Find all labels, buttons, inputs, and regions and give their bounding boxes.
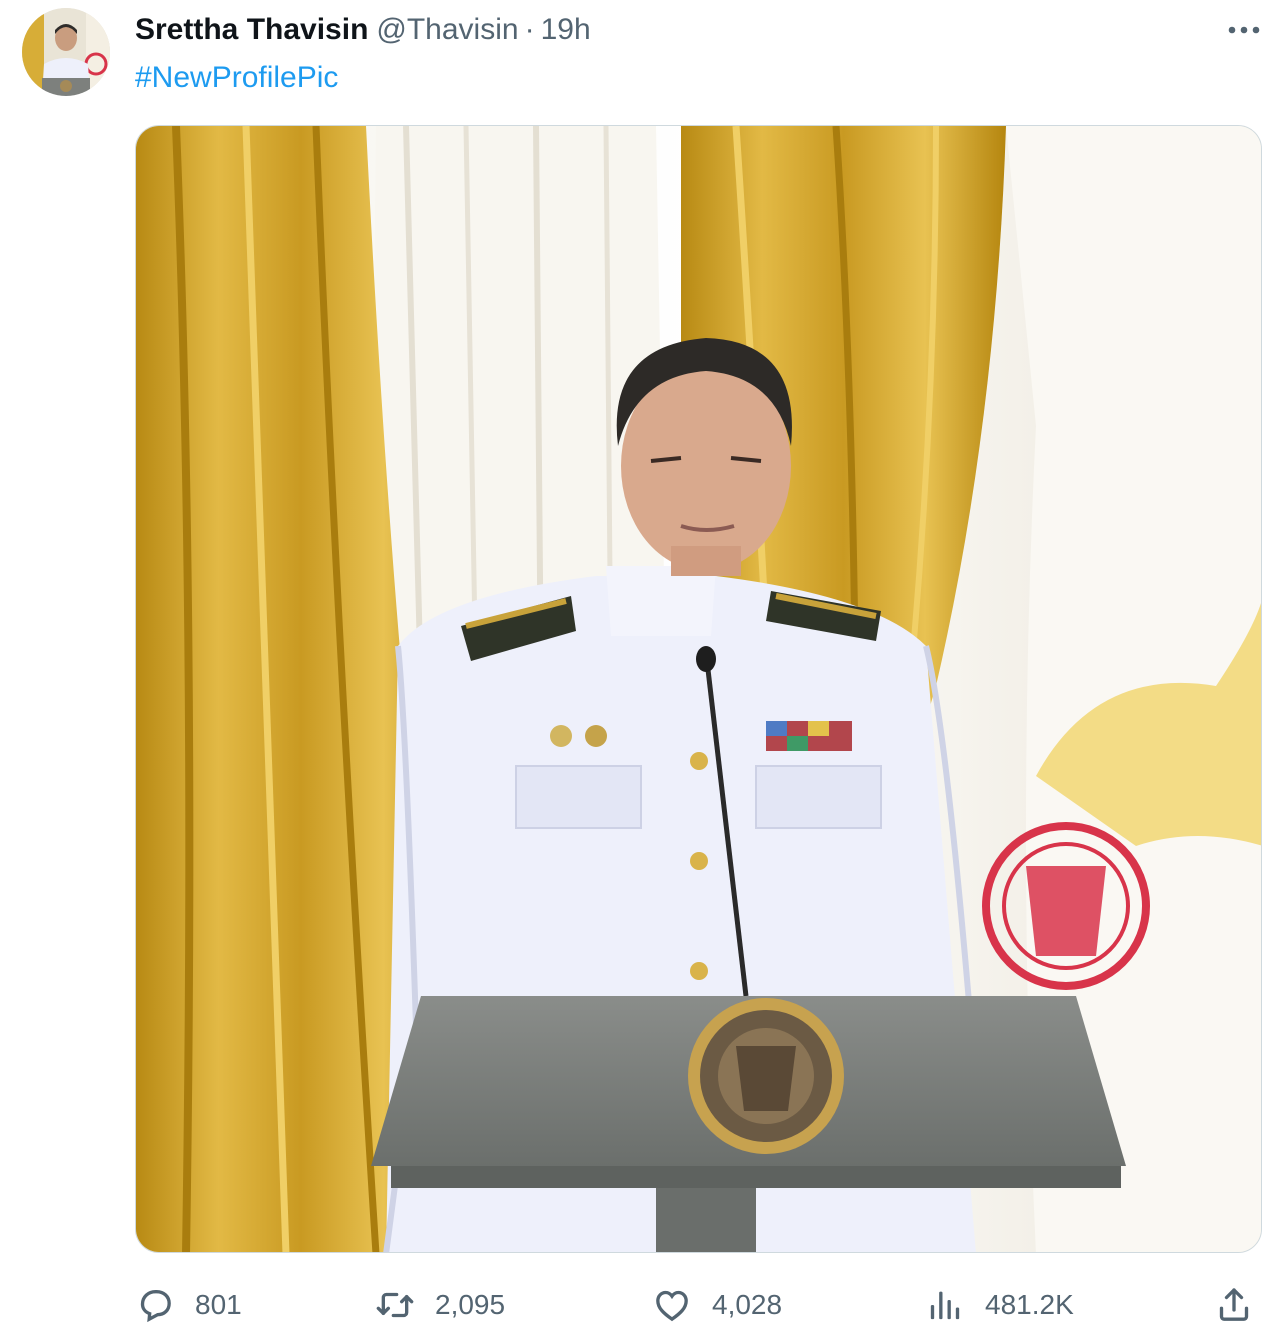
tweet-text: #NewProfilePic xyxy=(135,58,338,98)
heart-icon xyxy=(652,1285,692,1325)
share-button[interactable] xyxy=(1214,1280,1254,1330)
views-count: 481.2K xyxy=(985,1289,1074,1320)
hashtag-link[interactable]: #NewProfilePic xyxy=(135,61,338,94)
like-button[interactable]: 4,028 xyxy=(652,1280,782,1330)
more-horizontal-icon xyxy=(1228,26,1260,34)
retweet-icon xyxy=(375,1285,415,1325)
separator-dot: · xyxy=(524,13,535,46)
more-options-button[interactable] xyxy=(1222,12,1266,48)
tweet-photo[interactable] xyxy=(135,125,1262,1253)
tweet-actions: 801 2,095 4,028 481.2K xyxy=(0,1280,1280,1330)
tweet-header: Srettha Thavisin @Thavisin · 19h xyxy=(135,8,591,52)
display-name[interactable]: Srettha Thavisin xyxy=(135,13,368,47)
reply-icon xyxy=(135,1285,175,1325)
user-handle[interactable]: @Thavisin xyxy=(376,13,518,47)
retweet-button[interactable]: 2,095 xyxy=(375,1280,505,1330)
share-icon xyxy=(1214,1285,1254,1325)
timestamp[interactable]: 19h xyxy=(541,13,591,47)
tweet: Srettha Thavisin @Thavisin · 19h #NewPro… xyxy=(0,0,1280,1340)
analytics-icon xyxy=(925,1285,965,1325)
views-button[interactable]: 481.2K xyxy=(925,1280,1074,1330)
profile-avatar[interactable] xyxy=(22,8,110,96)
reply-count: 801 xyxy=(195,1289,242,1320)
like-count: 4,028 xyxy=(712,1289,783,1320)
retweet-count: 2,095 xyxy=(435,1289,506,1320)
reply-button[interactable]: 801 xyxy=(135,1280,242,1330)
